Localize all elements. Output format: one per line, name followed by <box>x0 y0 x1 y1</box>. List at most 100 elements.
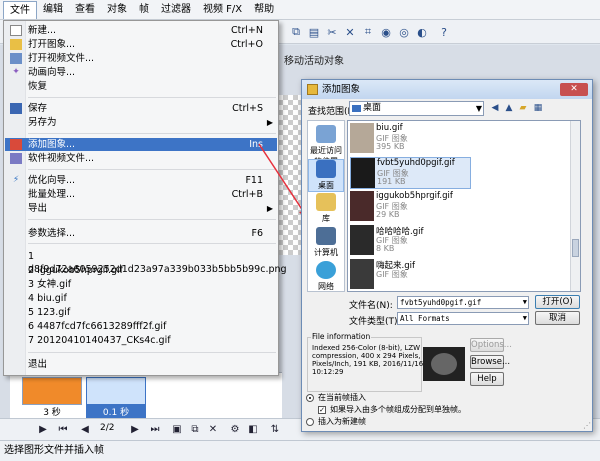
new-folder-icon[interactable]: ▰ <box>517 102 529 114</box>
menu-item-label: 打开视频文件... <box>28 53 95 64</box>
menu-item-label: 优化向导... <box>28 175 76 186</box>
menu-item-label: 打开图象... <box>28 39 76 50</box>
open-folder-icon <box>10 39 22 50</box>
frame-props-icon[interactable]: ◧ <box>246 423 260 437</box>
menu-item-save[interactable]: 保存 Ctrl+S <box>5 102 277 115</box>
globe-icon[interactable]: ◉ <box>378 24 394 40</box>
menu-item-new[interactable]: 新建... Ctrl+N <box>5 24 277 37</box>
menu-filter[interactable]: 过滤器 <box>155 1 197 19</box>
image-preview <box>423 347 465 381</box>
place-label: 网络 <box>318 282 334 291</box>
options-button[interactable]: Options... <box>470 338 512 352</box>
view-menu-icon[interactable]: ▦ <box>532 102 544 114</box>
file-item[interactable]: biu.gif GIF 图象 395 KB <box>350 123 471 155</box>
delete-icon[interactable]: ✕ <box>342 24 358 40</box>
open-button[interactable]: 打开(O) <box>535 295 580 309</box>
file-list-scrollbar[interactable] <box>570 121 580 291</box>
menu-object[interactable]: 对象 <box>101 1 133 19</box>
menu-item-exit[interactable]: 退出 <box>5 358 277 371</box>
filename-input[interactable]: fvbt5yuhd0pgif.gif ▼ <box>397 296 529 309</box>
reorder-icon[interactable]: ⇅ <box>268 423 282 437</box>
menu-item-preferences[interactable]: 参数选择... F6 <box>5 227 277 240</box>
help-cursor-icon[interactable]: ? <box>436 24 452 40</box>
crop-icon[interactable]: ⌗ <box>360 24 376 40</box>
menu-item-animation-wizard[interactable]: ✦ 动画向导... <box>5 66 277 79</box>
menu-edit[interactable]: 编辑 <box>37 1 69 19</box>
menu-frame[interactable]: 帧 <box>133 1 155 19</box>
dialog-app-icon <box>307 84 318 95</box>
settings-icon[interactable]: ⚙ <box>228 423 242 437</box>
menu-item-label: 6 4487fcd7fc6613289fff2f.gif <box>28 321 167 332</box>
menu-item-shortcut: Ctrl+O <box>230 39 263 50</box>
up-folder-icon[interactable]: ▲ <box>503 102 515 114</box>
recent-file-7[interactable]: 7 20120410140437_CKs4c.gif <box>5 334 277 347</box>
recent-file-1[interactable]: 1 d8f9d72a6059252d1d23a97a339b033b5bb5b9… <box>5 250 287 275</box>
file-size: 191 KB <box>377 177 406 186</box>
menu-item-label: 2 iggukob5hprgif.gif <box>28 265 123 276</box>
checkbox-label: 如果导入由多个帧组成分配到单独帧。 <box>330 405 466 414</box>
menu-item-shortcut: Ctrl+N <box>231 25 263 36</box>
place-computer[interactable]: 计算机 <box>308 227 344 258</box>
place-libraries[interactable]: 库 <box>308 193 344 224</box>
menu-item-revert[interactable]: 恢复 <box>5 80 277 93</box>
menu-file[interactable]: 文件 <box>3 0 37 19</box>
new-file-icon <box>10 25 22 36</box>
menu-item-label: 添加图象... <box>28 139 76 150</box>
menu-item-export[interactable]: 导出 ▶ <box>5 202 277 215</box>
last-frame-icon[interactable]: ⏭ <box>148 423 162 437</box>
preview-image <box>431 353 457 375</box>
chevron-down-icon: ▼ <box>522 314 527 322</box>
resize-grip-icon[interactable]: ⋰ <box>583 421 591 430</box>
frame-thumb-1[interactable] <box>22 377 82 405</box>
play-icon[interactable]: ▶ <box>36 423 50 437</box>
web-icon[interactable]: ◎ <box>396 24 412 40</box>
file-item-selected[interactable]: fvbt5yuhd0pgif.gif GIF 图象 191 KB <box>350 157 471 189</box>
cut-icon[interactable]: ✂ <box>324 24 340 40</box>
copy-icon[interactable]: ⧉ <box>288 24 304 40</box>
file-item[interactable]: 哈哈哈哈.gif GIF 图象 8 KB <box>350 225 471 257</box>
chevron-down-icon: ▼ <box>522 298 527 306</box>
help-button[interactable]: Help <box>470 372 504 386</box>
recent-file-5[interactable]: 5 123.gif <box>5 306 277 319</box>
duplicate-frame-icon[interactable]: ⧉ <box>188 423 202 437</box>
first-frame-icon[interactable]: ⏮ <box>56 423 70 437</box>
insert-frame-icon[interactable]: ▣ <box>170 423 184 437</box>
insert-current-radio[interactable]: 在当前帧插入 <box>306 393 366 403</box>
file-item[interactable]: iggukob5hprgif.gif GIF 图象 29 KB <box>350 191 471 223</box>
place-desktop[interactable]: 桌面 <box>308 159 344 192</box>
recent-file-4[interactable]: 4 biu.gif <box>5 292 277 305</box>
place-network[interactable]: 网络 <box>308 261 344 292</box>
recent-file-3[interactable]: 3 女神.gif <box>5 278 277 291</box>
menu-help[interactable]: 帮助 <box>248 1 280 19</box>
place-label: 桌面 <box>318 181 334 190</box>
dialog-title-bar: 添加图象 ✕ <box>302 80 592 99</box>
file-item[interactable]: 嗨起来.gif GIF 图象 <box>350 259 471 291</box>
prev-frame-icon[interactable]: ◀ <box>78 423 92 437</box>
preview-icon[interactable]: ◐ <box>414 24 430 40</box>
menu-item-optimize-wizard[interactable]: ⚡ 优化向导... F11 <box>5 174 277 187</box>
insert-new-radio[interactable]: 插入为新建帧 <box>306 417 366 427</box>
filetype-select[interactable]: All Formats ▼ <box>397 312 529 325</box>
scrollbar-thumb[interactable] <box>572 239 579 257</box>
look-in-select[interactable]: 桌面 ▼ <box>349 101 484 116</box>
back-icon[interactable]: ◀ <box>489 102 501 114</box>
menu-item-open-video[interactable]: 打开视频文件... <box>5 52 277 65</box>
menu-item-add-video[interactable]: 软件视频文件... <box>5 152 277 165</box>
delete-frame-icon[interactable]: ✕ <box>206 423 220 437</box>
menu-item-open-image[interactable]: 打开图象... Ctrl+O <box>5 38 277 51</box>
paste-icon[interactable]: ▤ <box>306 24 322 40</box>
cancel-button[interactable]: 取消 <box>535 311 580 325</box>
split-frames-checkbox[interactable]: ✓ 如果导入由多个帧组成分配到单独帧。 <box>318 405 466 415</box>
menu-item-add-image[interactable]: 添加图象... Ins <box>5 138 277 151</box>
next-frame-icon[interactable]: ▶ <box>128 423 142 437</box>
recent-file-6[interactable]: 6 4487fcd7fc6613289fff2f.gif <box>5 320 277 333</box>
menu-video-fx[interactable]: 视频 F/X <box>197 1 248 19</box>
close-button[interactable]: ✕ <box>560 83 588 96</box>
menu-view[interactable]: 查看 <box>69 1 101 19</box>
menu-item-save-as[interactable]: 另存为 ▶ <box>5 116 277 129</box>
menu-item-batch[interactable]: 批量处理... Ctrl+B <box>5 188 277 201</box>
frame-thumb-2[interactable] <box>86 377 146 405</box>
browse-button[interactable]: Browse... <box>470 355 510 369</box>
recent-file-2[interactable]: 2 iggukob5hprgif.gif <box>5 264 277 277</box>
menu-item-label: 退出 <box>28 359 48 370</box>
